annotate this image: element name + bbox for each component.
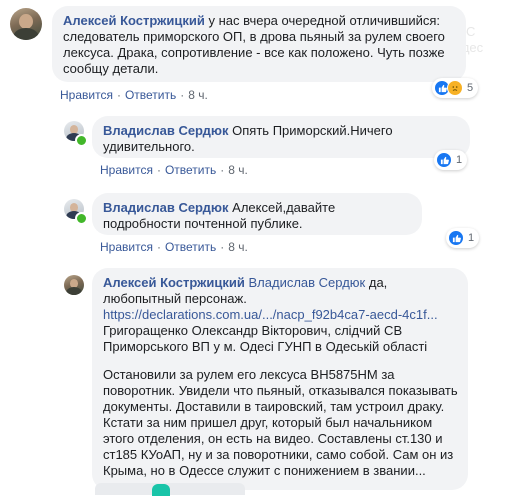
like-link[interactable]: Нравится	[100, 240, 153, 254]
comment-1-reactions[interactable]: 5	[432, 78, 479, 98]
comment-1-author[interactable]: Алексей Костржицкий	[63, 13, 205, 28]
separator: ·	[156, 163, 161, 177]
separator: ·	[220, 163, 225, 177]
comment-4-avatar[interactable]	[64, 275, 84, 295]
comment-4-author[interactable]: Алексей Костржицкий	[103, 275, 245, 290]
reactions-count: 1	[468, 232, 475, 244]
sad-face-icon	[447, 80, 463, 96]
online-status-icon	[75, 212, 88, 225]
mention-link[interactable]: Владислав Сердюк	[249, 275, 366, 290]
separator: ·	[116, 88, 121, 102]
online-status-icon	[75, 134, 88, 147]
separator: ·	[180, 88, 185, 102]
like-link[interactable]: Нравится	[100, 163, 153, 177]
comment-time[interactable]: 8 ч.	[188, 88, 208, 102]
comment-4-person: Григоращенко Олександр Вікторович, слідч…	[103, 323, 428, 354]
comment-1-bubble: Алексей Костржицкий у нас вчера очередно…	[52, 6, 466, 82]
declarations-link[interactable]: https://declarations.com.ua/.../nacp_f92…	[103, 307, 438, 322]
comment-2-bubble: Владислав Сердюк Опять Приморский.Ничего…	[92, 116, 470, 158]
bottom-indicator	[152, 484, 170, 496]
comment-4-story: Остановили за рулем его лексуса ВН5875НМ…	[103, 367, 458, 478]
bottom-strip	[95, 483, 245, 495]
reply-link[interactable]: Ответить	[125, 88, 176, 102]
reply-link[interactable]: Ответить	[165, 240, 216, 254]
comment-3-author[interactable]: Владислав Сердюк	[103, 200, 229, 215]
comment-3-actions: Нравится · Ответить · 8 ч.	[100, 240, 248, 254]
separator: ·	[156, 240, 161, 254]
thumbs-up-icon	[448, 230, 464, 246]
comment-3-bubble: Владислав Сердюк Алексей,давайте подробн…	[92, 193, 422, 235]
reactions-count: 5	[467, 82, 474, 94]
comment-4-intro: Алексей Костржицкий Владислав Сердюк да,…	[103, 275, 458, 323]
separator: ·	[220, 240, 225, 254]
reply-link[interactable]: Ответить	[165, 163, 216, 177]
comment-1-actions: Нравится · Ответить · 8 ч.	[60, 88, 208, 102]
comment-time[interactable]: 8 ч.	[228, 163, 248, 177]
comment-2-actions: Нравится · Ответить · 8 ч.	[100, 163, 248, 177]
comment-2-author[interactable]: Владислав Сердюк	[103, 123, 229, 138]
comment-2-reactions[interactable]: 1	[434, 150, 468, 170]
reactions-count: 1	[456, 154, 463, 166]
comment-4-bubble: Алексей Костржицкий Владислав Сердюк да,…	[92, 268, 468, 490]
comment-1-avatar[interactable]	[10, 8, 42, 40]
thumbs-up-icon	[436, 152, 452, 168]
like-link[interactable]: Нравится	[60, 88, 113, 102]
comment-time[interactable]: 8 ч.	[228, 240, 248, 254]
comment-3-reactions[interactable]: 1	[446, 228, 480, 248]
